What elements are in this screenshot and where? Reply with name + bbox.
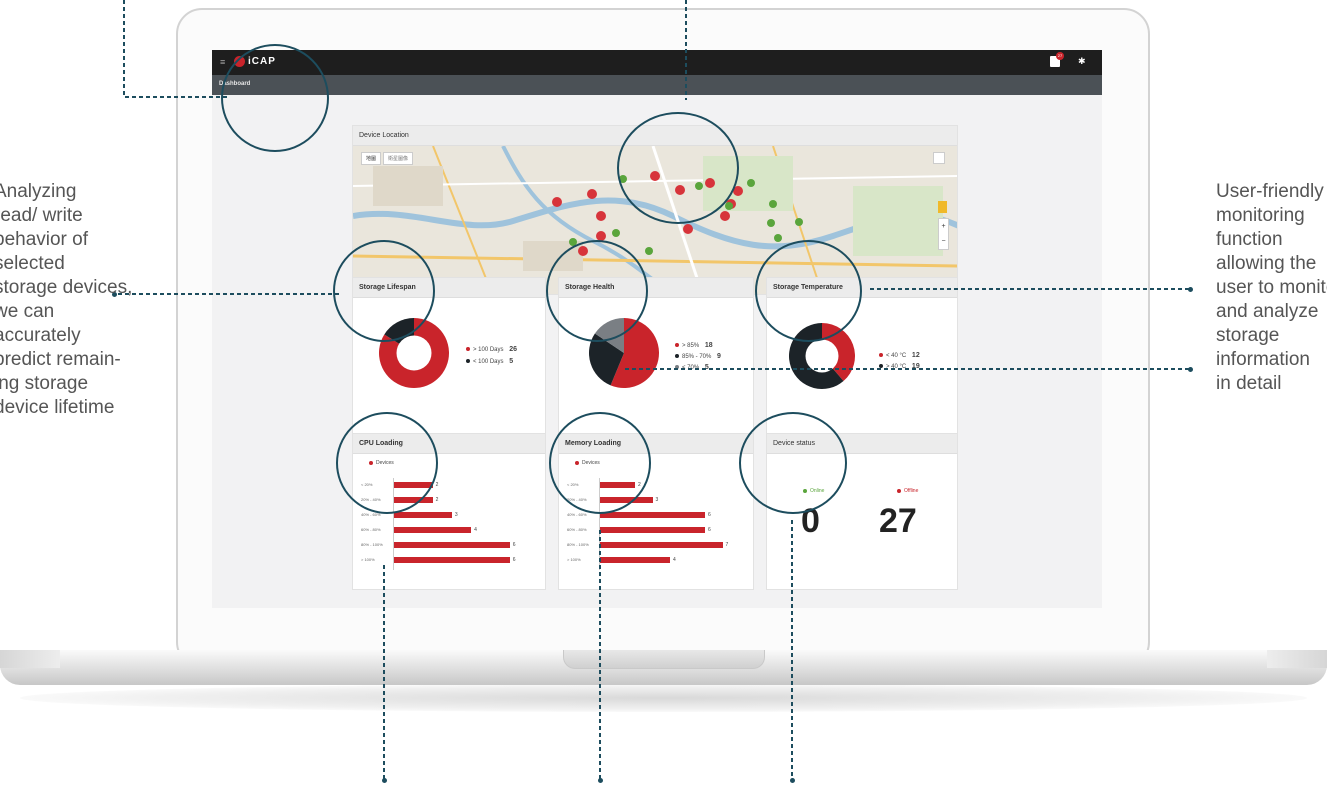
highlight-circle-map xyxy=(617,112,739,224)
annotation-dot xyxy=(382,778,387,783)
annotation-dot xyxy=(598,778,603,783)
annotation-dot xyxy=(1188,287,1193,292)
highlight-circle-cpu xyxy=(336,412,438,514)
highlight-circle-memory xyxy=(549,412,651,514)
highlight-circle-temperature xyxy=(755,240,862,342)
annotation-dot xyxy=(790,778,795,783)
annotation-right-text: User-friendly monitoring function allowi… xyxy=(1216,181,1327,394)
highlight-circle-health xyxy=(546,240,648,342)
highlight-circle-lifespan xyxy=(333,240,435,342)
annotation-dot xyxy=(1188,367,1193,372)
highlight-circle-menu xyxy=(221,44,329,152)
annotation-left-text: Analyzing read/ write behavior of select… xyxy=(0,181,133,418)
highlight-circle-status xyxy=(739,412,847,514)
